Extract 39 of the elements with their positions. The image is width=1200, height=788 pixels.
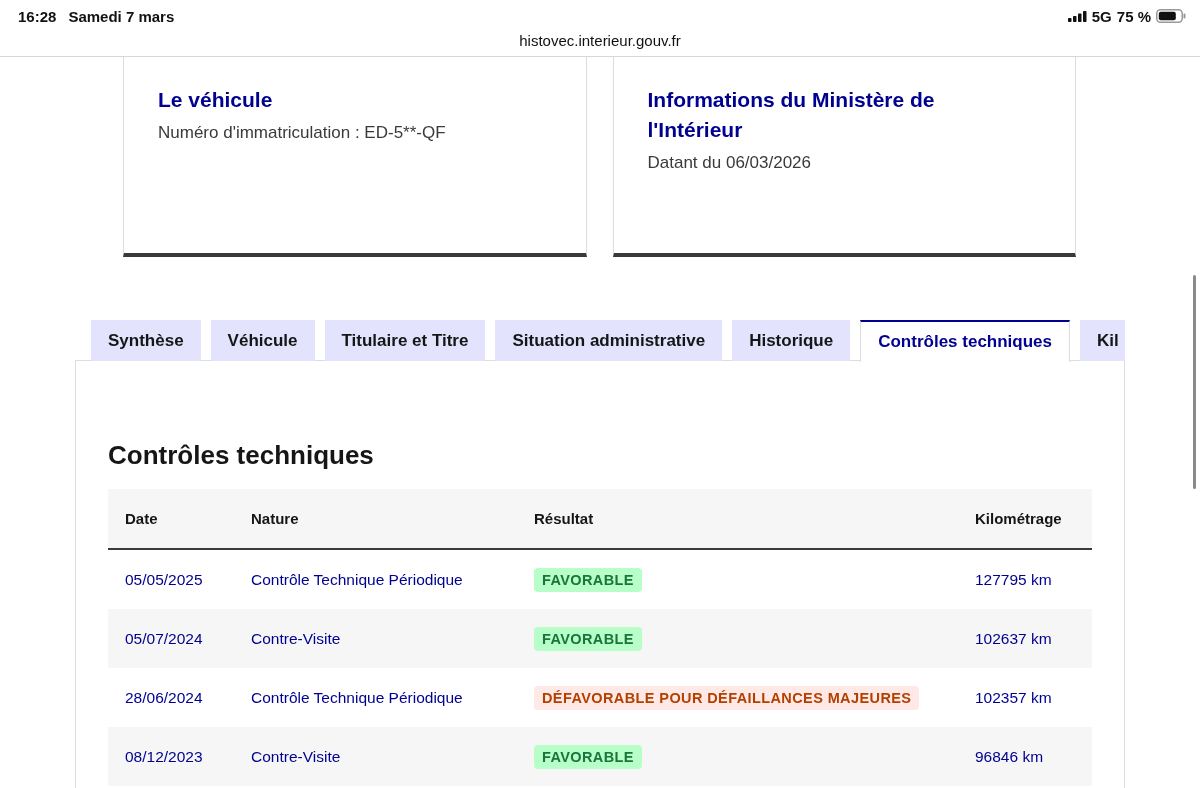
column-header: Nature xyxy=(251,510,299,527)
card-title: Le véhicule xyxy=(158,87,274,113)
column-header: Résultat xyxy=(534,510,594,527)
date-text: 05/05/2025 xyxy=(125,570,203,589)
mileage-text: 96846 km xyxy=(975,747,1044,766)
column-header: Date xyxy=(125,510,158,527)
tab[interactable]: Situation administrative xyxy=(495,320,723,361)
battery-icon xyxy=(1156,9,1186,23)
section-heading: Contrôles techniques xyxy=(108,439,375,471)
nature-text: Contre-Visite xyxy=(251,629,341,648)
tab[interactable]: Historique xyxy=(732,320,851,361)
tab[interactable]: Titulaire et Titre xyxy=(324,320,486,361)
status-date: Samedi 7 mars xyxy=(68,7,175,25)
mileage-text: 102357 km xyxy=(975,688,1052,707)
nature-text: Contrôle Technique Périodique xyxy=(251,570,463,589)
date-text: 28/06/2024 xyxy=(125,688,203,707)
tab[interactable]: Kil xyxy=(1080,320,1125,361)
signal-icon xyxy=(1067,10,1087,22)
card-detail: Numéro d'immatriculation : ED-5**-QF xyxy=(158,122,447,144)
result-tag: FAVORABLE xyxy=(534,744,642,769)
date-text: 08/12/2023 xyxy=(125,747,203,766)
result-tag: DÉFAVORABLE POUR DÉFAILLANCES MAJEURES xyxy=(534,685,920,710)
column-header: Kilométrage xyxy=(975,510,1062,527)
result-tag: FAVORABLE xyxy=(534,567,642,592)
tab[interactable]: Contrôles techniques xyxy=(860,320,1070,362)
battery-percent: 75 % xyxy=(1116,7,1151,25)
status-time: 16:28 xyxy=(18,7,57,25)
nature-text: Contrôle Technique Périodique xyxy=(251,688,463,707)
nature-text: Contre-Visite xyxy=(251,747,341,766)
tab[interactable]: Véhicule xyxy=(210,320,315,361)
tab[interactable]: Synthèse xyxy=(91,320,201,361)
card-detail: Datant du 06/03/2026 xyxy=(647,152,813,174)
result-tag: FAVORABLE xyxy=(534,626,642,651)
mileage-text: 102637 km xyxy=(975,629,1052,648)
card-title: Informations du Ministère de l'Intérieur xyxy=(647,87,936,143)
date-text: 05/07/2024 xyxy=(125,629,203,648)
network-label: 5G xyxy=(1091,7,1112,25)
url-text[interactable]: histovec.interieur.gouv.fr xyxy=(519,32,681,50)
mileage-text: 127795 km xyxy=(975,570,1052,589)
